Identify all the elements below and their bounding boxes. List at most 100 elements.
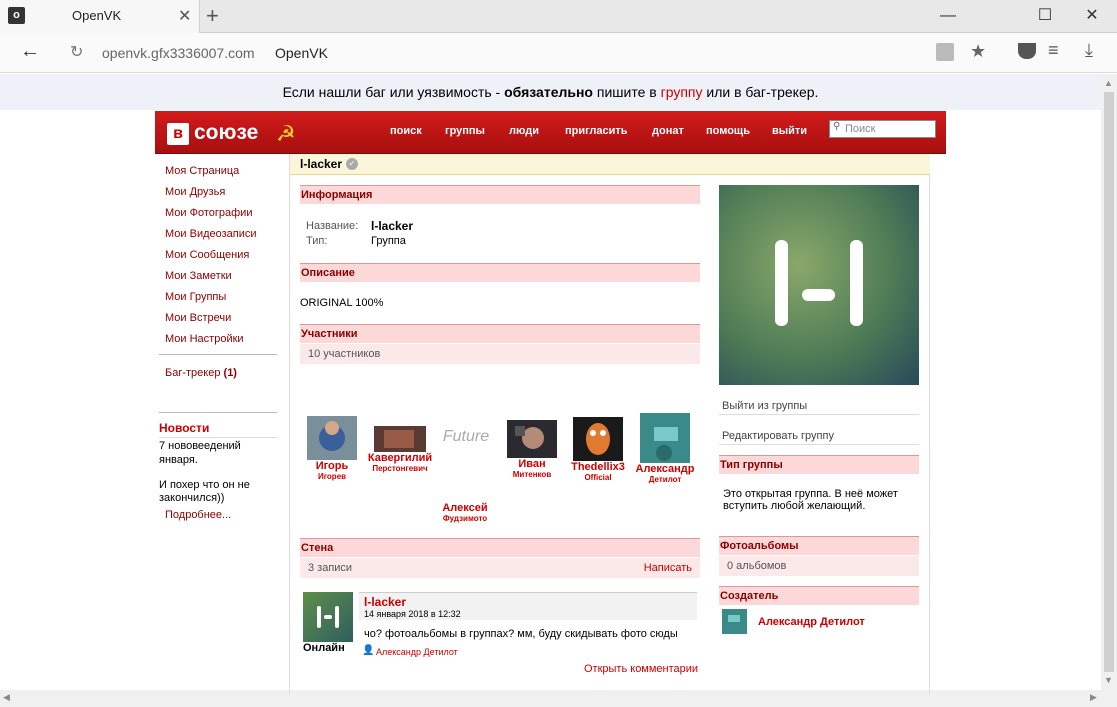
member-name[interactable]: Кавергилий: [364, 452, 436, 464]
page-title-bar: [290, 154, 930, 175]
bookmark-star-icon[interactable]: ★: [970, 41, 986, 62]
sidebar-item-friends[interactable]: Мои Друзья: [165, 186, 225, 198]
sidebar-item-messages[interactable]: Мои Сообщения: [165, 249, 249, 261]
member-card[interactable]: Thedellix3 Official: [566, 417, 630, 482]
window-close-icon[interactable]: ✕: [1072, 4, 1112, 28]
member-surname[interactable]: Official: [566, 473, 630, 482]
logo-badge[interactable]: в: [167, 123, 189, 145]
browser-tab[interactable]: o OpenVK ✕: [0, 0, 200, 33]
nav-groups[interactable]: группы: [445, 125, 485, 137]
user-icon: 👤: [362, 645, 375, 656]
scroll-left-icon[interactable]: ◀: [3, 692, 10, 703]
member-avatar[interactable]: [374, 426, 426, 452]
member-surname[interactable]: Митенков: [502, 470, 562, 479]
post-author-avatar[interactable]: [303, 592, 353, 642]
right-divider: [719, 444, 919, 445]
nav-help[interactable]: помощь: [706, 125, 750, 137]
wall-write-button[interactable]: Написать: [644, 558, 692, 578]
url-field[interactable]: openvk.gfx3336007.com OpenVK: [62, 38, 1002, 68]
creator-avatar[interactable]: [722, 609, 747, 634]
albums-count: 0 альбомов: [719, 556, 919, 576]
member-name[interactable]: Игорь: [302, 460, 362, 472]
minimize-icon[interactable]: —: [928, 4, 968, 28]
group-avatar[interactable]: [719, 185, 919, 385]
member-card[interactable]: Алексей Фудзимото: [432, 502, 498, 523]
member-name[interactable]: Алексей: [432, 502, 498, 514]
member-surname[interactable]: Игорев: [302, 472, 362, 481]
nav-donate[interactable]: донат: [652, 125, 684, 137]
news-text-line: закончился)): [159, 492, 225, 504]
security-icon[interactable]: [936, 43, 954, 61]
download-icon[interactable]: ⤓: [1085, 40, 1093, 61]
news-title: Новости: [159, 421, 210, 435]
sidebar-item-videos[interactable]: Мои Видеозаписи: [165, 228, 257, 240]
sidebar-item-bugtracker[interactable]: Баг-трекер (1): [165, 367, 237, 379]
post-author[interactable]: l-lacker: [364, 595, 406, 609]
post-date[interactable]: 14 января 2018 в 12:32: [364, 609, 461, 619]
news-divider: [159, 437, 277, 438]
member-avatar-future[interactable]: Future: [443, 428, 489, 445]
scroll-up-icon[interactable]: ▲: [1104, 78, 1113, 88]
pocket-icon[interactable]: [1018, 43, 1036, 59]
edit-group-link[interactable]: Редактировать группу: [722, 430, 834, 442]
sidebar-item-notes[interactable]: Мои Заметки: [165, 270, 232, 282]
member-surname[interactable]: Детилот: [632, 475, 698, 484]
member-name[interactable]: Александр: [632, 463, 698, 475]
news-more-link[interactable]: Подробнее...: [165, 509, 231, 521]
leave-group-link[interactable]: Выйти из группы: [722, 400, 807, 412]
member-name[interactable]: Иван: [502, 458, 562, 470]
search-icon: ⚲: [833, 121, 841, 132]
notice-group-link[interactable]: группу: [661, 84, 703, 100]
members-count: 10 участников: [300, 344, 700, 364]
sidebar-item-events[interactable]: Мои Встречи: [165, 312, 231, 324]
sidebar-divider: [159, 412, 277, 413]
scroll-down-icon[interactable]: ▼: [1104, 675, 1113, 685]
menu-icon[interactable]: ≡: [1048, 40, 1059, 61]
sidebar-item-my-page[interactable]: Моя Страница: [165, 165, 239, 177]
member-avatar[interactable]: [507, 420, 557, 458]
reload-icon[interactable]: ↻: [70, 42, 83, 62]
sidebar-item-groups[interactable]: Мои Группы: [165, 291, 226, 303]
news-text-line: И похер что он не: [159, 479, 250, 491]
news-text-line: 7 нововеедений: [159, 440, 241, 452]
nav-search[interactable]: поиск: [390, 125, 422, 137]
open-comments-link[interactable]: Открыть комментарии: [584, 663, 698, 675]
member-card[interactable]: Александр Детилот: [632, 413, 698, 484]
member-card[interactable]: Future: [438, 428, 494, 446]
url-page-title: OpenVK: [275, 45, 328, 61]
nav-invite[interactable]: пригласить: [565, 125, 628, 137]
creator-name[interactable]: Александр Детилот: [758, 616, 865, 628]
member-name[interactable]: Thedellix3: [566, 461, 630, 473]
page-title: l-lacker: [300, 157, 343, 171]
member-card[interactable]: Кавергилий Перстонгевич: [364, 426, 436, 473]
close-tab-icon[interactable]: ✕: [178, 6, 191, 26]
member-surname[interactable]: Перстонгевич: [364, 464, 436, 473]
header-search-input[interactable]: Поиск: [829, 120, 936, 138]
back-arrow-icon[interactable]: ←: [20, 40, 40, 63]
member-avatar[interactable]: [640, 413, 690, 463]
maximize-icon[interactable]: ☐: [1025, 4, 1065, 28]
news-text-line: января.: [159, 454, 198, 466]
new-tab-icon[interactable]: +: [206, 3, 219, 29]
scroll-thumb[interactable]: [1104, 92, 1114, 672]
notice-bold: обязательно: [504, 84, 593, 100]
member-avatar[interactable]: [573, 417, 623, 461]
scroll-right-icon[interactable]: ▶: [1090, 692, 1097, 703]
logo-text[interactable]: союзе: [194, 121, 258, 145]
albums-header: Фотоальбомы: [719, 536, 919, 555]
nav-logout[interactable]: выйти: [772, 125, 807, 137]
site-header: в союзе ☭ поиск группы люди пригласить д…: [155, 111, 946, 154]
sidebar-item-photos[interactable]: Мои Фотографии: [165, 207, 252, 219]
nav-people[interactable]: люди: [509, 125, 539, 137]
wall-count-bar: 3 записи Написать: [300, 558, 700, 578]
post-signed-by[interactable]: Александр Детилот: [376, 647, 458, 657]
member-avatar[interactable]: [307, 416, 357, 460]
member-card[interactable]: Игорь Игорев: [302, 416, 362, 481]
member-card[interactable]: Иван Митенков: [502, 420, 562, 479]
wall-section-header: Стена: [300, 538, 700, 557]
bugtracker-count: (1): [223, 367, 237, 379]
member-surname[interactable]: Фудзимото: [432, 514, 498, 523]
sidebar-item-settings[interactable]: Мои Настройки: [165, 333, 244, 345]
notice-text-1: Если нашли баг или уязвимость -: [282, 84, 505, 100]
sidebar-divider: [159, 354, 277, 355]
